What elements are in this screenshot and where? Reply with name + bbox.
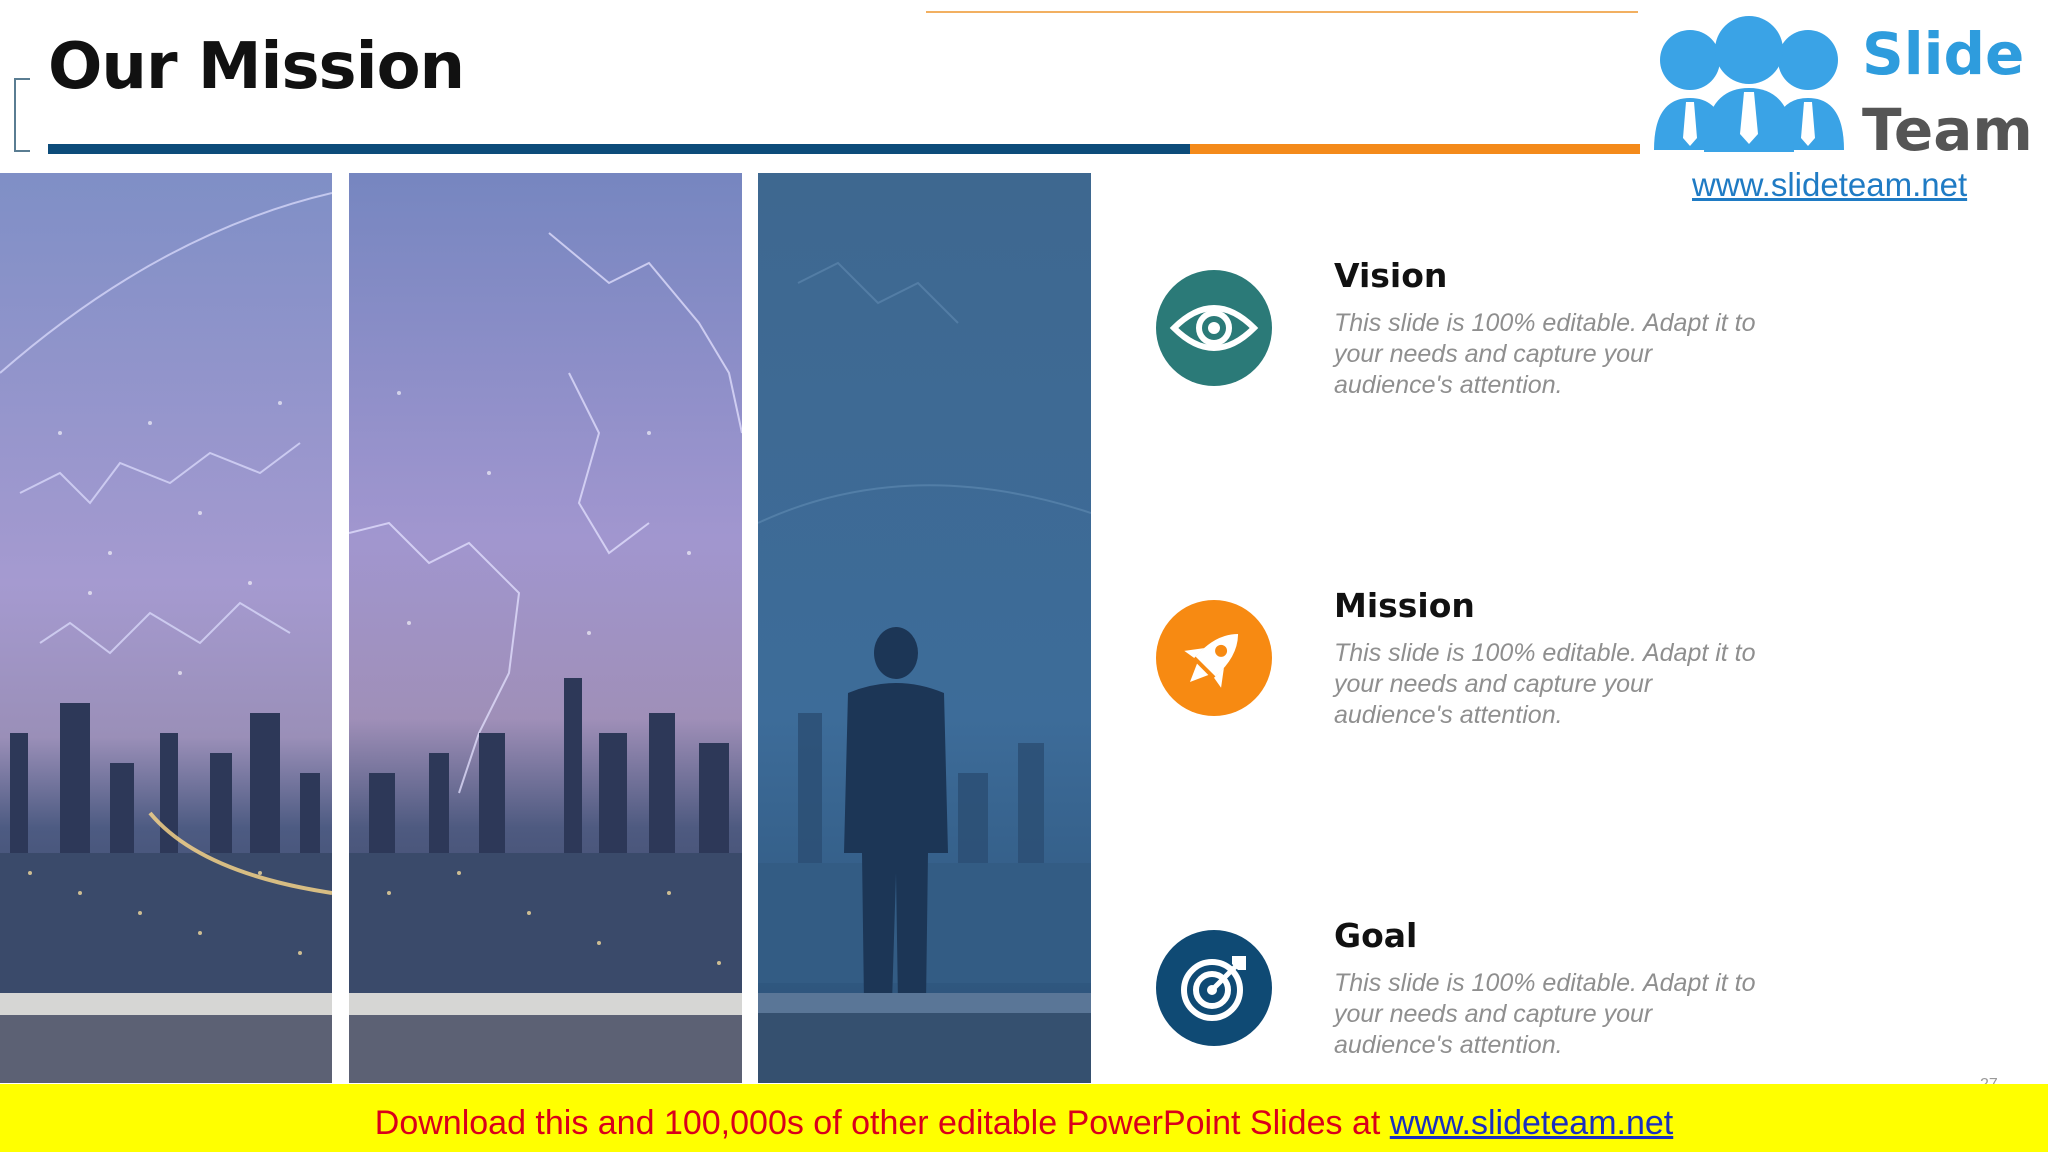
goal-icon-circle	[1156, 930, 1272, 1046]
city-photo-middle	[349, 173, 742, 1083]
logo-word-slide: Slide	[1862, 20, 2025, 88]
slide-title: Our Mission	[48, 30, 465, 104]
title-underline-blue	[48, 144, 1190, 154]
download-banner[interactable]: Download this and 100,000s of other edit…	[0, 1084, 2048, 1152]
banner-link[interactable]: www.slideteam.net	[1390, 1104, 1673, 1142]
logo-url-link[interactable]: www.slideteam.net	[1692, 166, 1967, 204]
mission-description: This slide is 100% editable. Adapt it to…	[1334, 639, 1756, 729]
title-underline-orange	[1190, 144, 1640, 154]
title-bracket-decoration	[14, 78, 30, 152]
mission-icon-circle	[1156, 600, 1272, 716]
vision-heading: Vision	[1334, 256, 1448, 295]
banner-text: Download this and 100,000s of other edit…	[374, 1104, 1390, 1142]
city-photo-left	[0, 173, 332, 1083]
people-logo-icon	[1654, 16, 1844, 152]
eye-icon	[1169, 305, 1259, 351]
target-icon	[1181, 956, 1246, 1021]
businessman-silhouette-photo	[758, 173, 1091, 1083]
logo-word-team: Team	[1862, 96, 2033, 164]
goal-heading: Goal	[1334, 916, 1418, 955]
top-thin-line	[926, 11, 1638, 13]
rocket-icon	[1184, 633, 1239, 688]
slideteam-logo[interactable]: Slide Team www.slideteam.net	[1640, 10, 2038, 203]
mission-heading: Mission	[1334, 586, 1475, 625]
vision-description: This slide is 100% editable. Adapt it to…	[1334, 309, 1756, 399]
vision-icon-circle	[1156, 270, 1272, 386]
goal-description: This slide is 100% editable. Adapt it to…	[1334, 969, 1756, 1059]
